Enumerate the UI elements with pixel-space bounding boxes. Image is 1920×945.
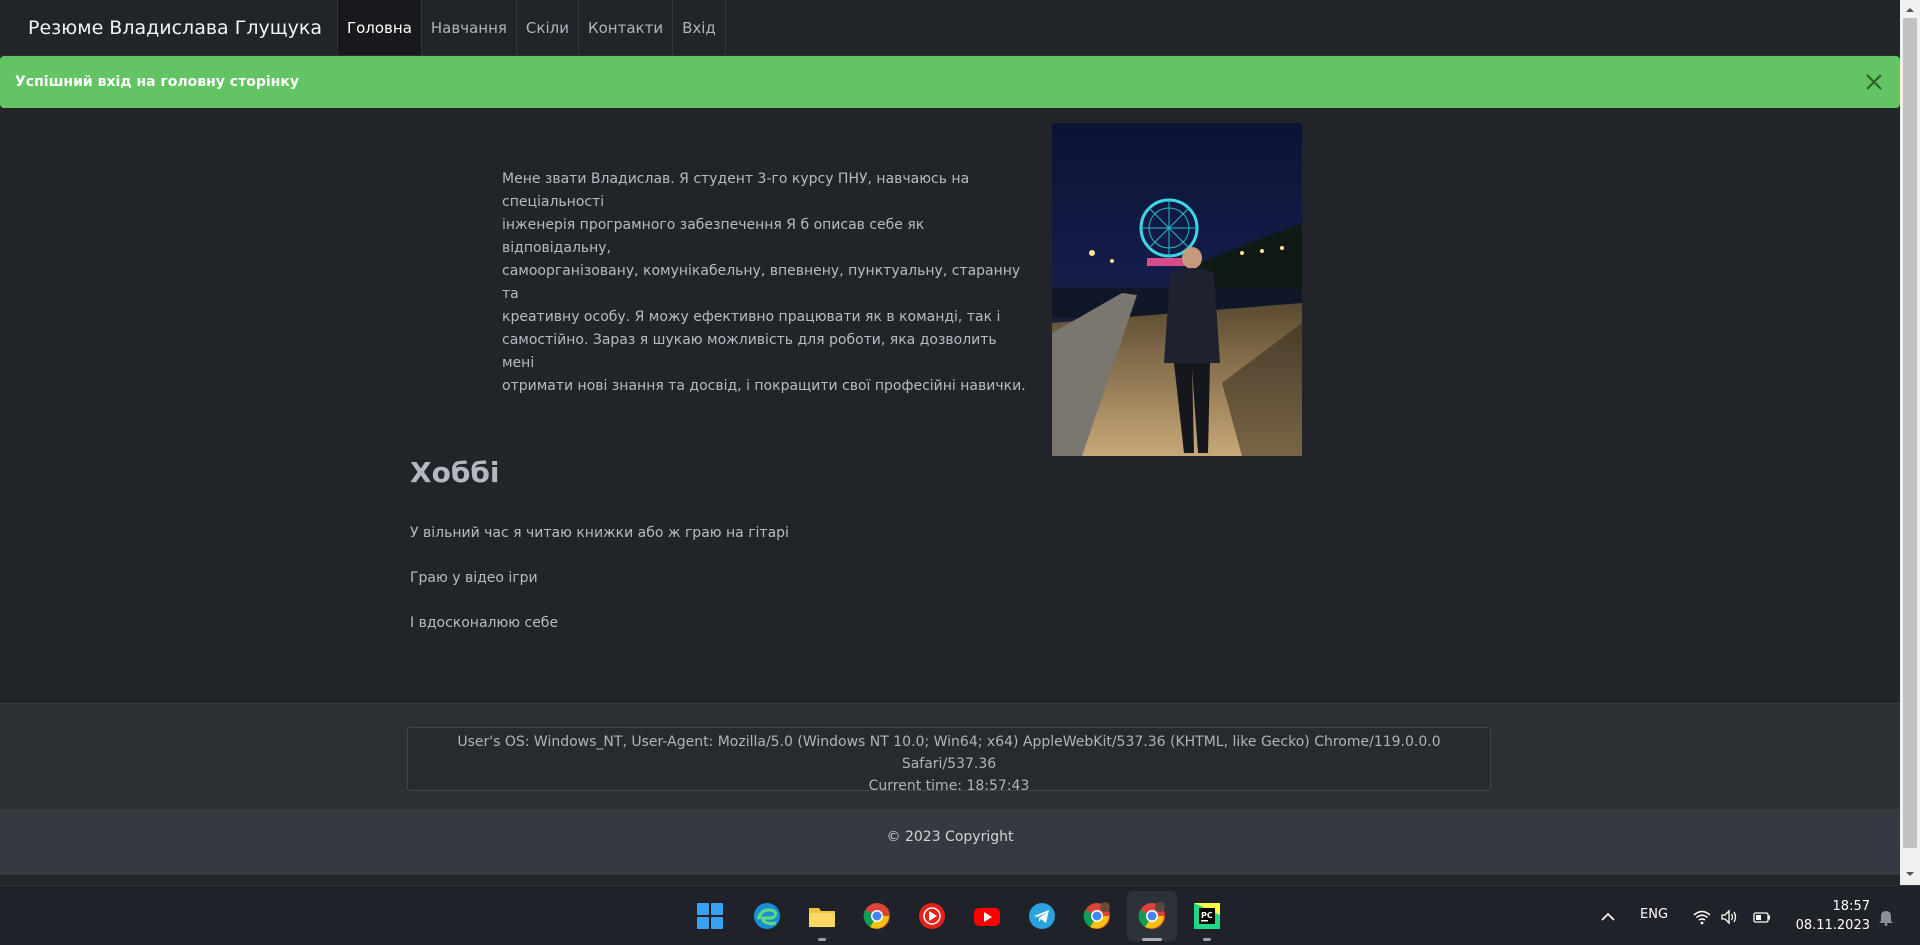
hobby-item: У вільний час я читаю книжки або ж граю … xyxy=(410,525,789,541)
clock-date: 08.11.2023 xyxy=(1795,918,1870,933)
scroll-thumb[interactable] xyxy=(1903,18,1917,848)
copyright-text: © 2023 Copyright xyxy=(886,829,1014,845)
battery-icon[interactable] xyxy=(1752,907,1772,927)
hobby-item: І вдосконалюю себе xyxy=(410,615,559,631)
windows-taskbar: PC ENG 18:57 08.11.2023 xyxy=(0,885,1920,945)
chrome-active-icon[interactable] xyxy=(1134,898,1170,934)
navbar-brand[interactable]: Резюме Владислава Глущука xyxy=(0,0,337,55)
about-line: інженерія програмного забезпечення Я б о… xyxy=(502,217,925,256)
chrome-profile-icon[interactable] xyxy=(1079,898,1115,934)
hobby-item: Граю у відео ігри xyxy=(410,570,538,586)
about-line: самостійно. Зараз я шукаю можливість для… xyxy=(502,332,997,371)
nav-item-login[interactable]: Вхід xyxy=(672,0,726,55)
hobbies-heading: Хоббі xyxy=(410,456,500,489)
footer-info-section: User's OS: Windows_NT, User-Agent: Mozil… xyxy=(0,703,1900,809)
about-line: самоорганізовану, комунікабельну, впевне… xyxy=(502,263,1021,302)
current-time-text: Current time: 18:57:43 xyxy=(868,778,1030,794)
page-scrollbar[interactable] xyxy=(1900,0,1920,885)
success-alert: Успішний вхід на головну сторінку xyxy=(0,56,1900,108)
user-agent-text: User's OS: Windows_NT, User-Agent: Mozil… xyxy=(457,734,1441,772)
about-line: креативну особу. Я можу ефективно працюв… xyxy=(502,309,1001,325)
chevron-up-icon[interactable] xyxy=(1598,907,1618,927)
about-line: отримати нові знання та досвід, і покращ… xyxy=(502,378,1026,394)
about-line: Мене звати Владислав. Я студент 3-го кур… xyxy=(502,171,970,210)
browser-viewport: Резюме Владислава Глущука Головна Навчан… xyxy=(0,0,1900,885)
scroll-down-icon[interactable] xyxy=(1904,868,1916,880)
clock-time: 18:57 xyxy=(1832,899,1870,914)
notification-bell-icon[interactable] xyxy=(1876,907,1896,927)
file-explorer-icon[interactable] xyxy=(804,898,840,934)
nav-item-skills[interactable]: Скіли xyxy=(515,0,578,55)
nav-item-home[interactable]: Головна xyxy=(336,0,421,55)
windows-start-icon[interactable] xyxy=(692,898,728,934)
language-indicator[interactable]: ENG xyxy=(1640,907,1668,922)
svg-text:PC: PC xyxy=(1201,911,1213,920)
about-description: Мене звати Владислав. Я студент 3-го кур… xyxy=(502,168,1032,398)
profile-photo xyxy=(1052,123,1302,456)
close-icon[interactable] xyxy=(1862,70,1886,94)
volume-icon[interactable] xyxy=(1719,907,1739,927)
user-agent-box: User's OS: Windows_NT, User-Agent: Mozil… xyxy=(407,727,1491,794)
scroll-up-icon[interactable] xyxy=(1904,4,1916,16)
running-indicator xyxy=(818,938,826,941)
active-indicator xyxy=(1142,938,1162,941)
running-indicator xyxy=(1203,938,1211,941)
edge-icon[interactable] xyxy=(749,898,785,934)
navbar: Резюме Владислава Глущука Головна Навчан… xyxy=(0,0,1900,56)
youtube-music-icon[interactable] xyxy=(914,898,950,934)
pycharm-icon[interactable]: PC xyxy=(1189,898,1225,934)
nav-item-contacts[interactable]: Контакти xyxy=(577,0,672,55)
chrome-icon[interactable] xyxy=(859,898,895,934)
wifi-icon[interactable] xyxy=(1692,907,1712,927)
nav-item-education[interactable]: Навчання xyxy=(420,0,516,55)
alert-message: Успішний вхід на головну сторінку xyxy=(15,74,299,90)
youtube-icon[interactable] xyxy=(969,898,1005,934)
system-clock[interactable]: 18:57 08.11.2023 xyxy=(1794,897,1870,935)
copyright-footer: © 2023 Copyright xyxy=(0,809,1900,875)
telegram-icon[interactable] xyxy=(1024,898,1060,934)
